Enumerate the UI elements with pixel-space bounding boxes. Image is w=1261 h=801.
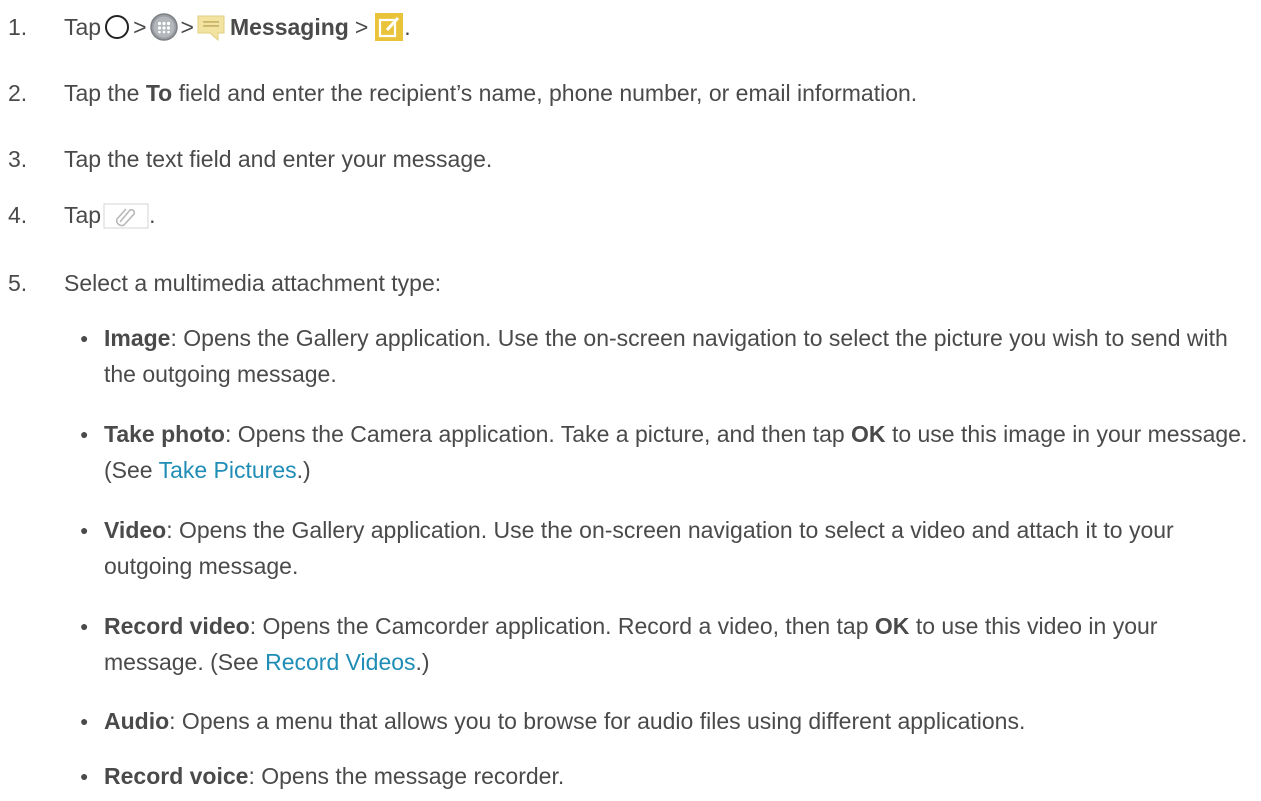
option-label: Take photo [104,421,225,447]
option-description: : Opens the message recorder. [248,763,565,789]
instructions-page: 1. Tap > > Messaging > . 2. Tap the To f… [0,0,1261,801]
separator: > [354,13,369,40]
step-text: field and enter the recipient’s name, ph… [178,80,918,106]
step-1: 1. Tap > > Messaging > . [8,12,411,42]
option-record-video: ● Record video: Opens the Camcorder appl… [80,608,1250,680]
option-record-voice: ● Record voice: Opens the message record… [80,758,1250,794]
option-description: : Opens the Camcorder application. Recor… [249,613,869,639]
bullet: ● [80,426,89,442]
paperclip-icon[interactable] [103,203,149,228]
period: . [149,202,156,228]
home-circle-icon[interactable] [103,13,131,41]
option-audio: ● Audio: Opens a menu that allows you to… [80,703,1250,739]
step-text: Tap [64,13,102,40]
option-label: Image [104,325,171,351]
option-description: .) [296,457,311,483]
apps-grid-icon[interactable] [149,12,179,42]
step-number: 5. [8,270,28,296]
step-number: 4. [8,202,28,228]
option-video: ● Video: Opens the Gallery application. … [80,512,1250,584]
bullet: ● [80,713,89,729]
option-description: : Opens the Gallery application. Use the… [104,325,1228,387]
step-number: 3. [8,146,28,172]
step-number: 1. [8,13,28,40]
bullet: ● [80,330,89,346]
step-2: 2. Tap the To field and enter the recipi… [8,80,917,107]
step-text: Tap the text field and enter your messag… [64,146,493,172]
take-pictures-link[interactable]: Take Pictures [159,457,297,483]
record-videos-link[interactable]: Record Videos [265,649,415,675]
option-label: Record video [104,613,250,639]
option-description: .) [415,649,430,675]
option-description: : Opens a menu that allows you to browse… [169,708,1026,734]
bullet: ● [80,618,89,634]
period: . [404,13,411,40]
bullet: ● [80,522,89,538]
ok-label: OK [874,613,910,639]
step-5: 5. Select a multimedia attachment type: [8,270,441,297]
step-text: Tap the [64,80,140,106]
step-number: 2. [8,80,28,106]
option-description: : Opens the Camera application. Take a p… [224,421,845,447]
option-label: Record voice [104,763,249,789]
separator: > [180,13,194,40]
step-3: 3. Tap the text field and enter your mes… [8,146,492,173]
option-image: ● Image: Opens the Gallery application. … [80,320,1250,392]
step-4: 4. Tap . [8,202,155,229]
step-text: Select a multimedia attachment type: [64,270,442,296]
to-field-label: To [145,80,173,106]
bullet: ● [80,768,89,784]
option-label: Audio [104,708,170,734]
compose-icon[interactable] [374,12,404,42]
step-text: Tap [64,202,102,228]
option-description: : Opens the Gallery application. Use the… [104,517,1174,579]
option-take-photo: ● Take photo: Opens the Camera applicati… [80,416,1250,488]
ok-label: OK [851,421,886,447]
separator: > [133,13,147,40]
messaging-app-label: Messaging [229,13,349,40]
option-label: Video [104,517,167,543]
messaging-app-icon[interactable] [196,12,226,42]
